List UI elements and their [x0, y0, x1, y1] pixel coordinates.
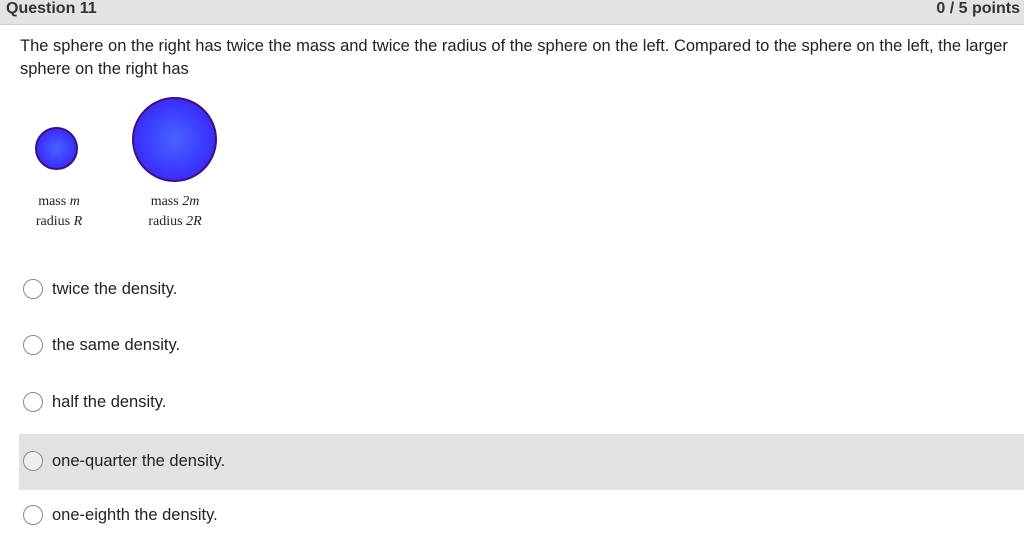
radio-button[interactable] [23, 335, 43, 355]
right-sphere-label: mass 2m radius 2R [132, 192, 218, 232]
right-mass-line: mass 2m [132, 192, 218, 212]
left-mass-var: m [69, 194, 80, 209]
radio-button[interactable] [23, 505, 43, 525]
answer-option[interactable]: twice the density. [19, 262, 1024, 318]
question-prompt: The sphere on the right has twice the ma… [20, 37, 1008, 78]
answer-option[interactable]: half the density. [19, 375, 1024, 431]
left-radius-word: radius [35, 214, 71, 229]
question-title: Question 11 [6, 0, 97, 17]
question-header: Question 11 0 / 5 points [0, 0, 1024, 25]
answer-option[interactable]: the same density. [19, 318, 1024, 374]
left-mass-line: mass m [20, 192, 98, 212]
radio-button[interactable] [23, 279, 43, 299]
answer-option-label[interactable]: one-quarter the density. [52, 450, 225, 472]
left-mass-word: mass [38, 194, 67, 209]
answer-option-label[interactable]: twice the density. [52, 278, 177, 300]
points-score: 0 / 5 points [936, 0, 1020, 17]
right-radius-var: 2R [186, 214, 202, 229]
answer-option-label[interactable]: half the density. [52, 391, 166, 413]
right-radius-line: radius 2R [132, 212, 218, 232]
spheres-figure: mass m radius R mass 2m radius 2R [20, 92, 240, 242]
answer-option[interactable]: one-eighth the density. [19, 488, 1024, 544]
radio-button[interactable] [23, 451, 43, 471]
right-mass-var: 2m [182, 194, 200, 209]
answer-option-label[interactable]: one-eighth the density. [52, 504, 218, 526]
right-mass-word: mass [150, 194, 179, 209]
small-sphere [35, 127, 78, 170]
answer-option-highlighted[interactable]: one-quarter the density. [19, 434, 1024, 490]
left-sphere-label: mass m radius R [20, 192, 98, 232]
right-radius-word: radius [148, 214, 183, 229]
answer-option-label[interactable]: the same density. [52, 334, 180, 356]
left-radius-var: R [73, 214, 83, 229]
large-sphere [132, 97, 217, 182]
radio-button[interactable] [23, 392, 43, 412]
left-radius-line: radius R [20, 212, 98, 232]
